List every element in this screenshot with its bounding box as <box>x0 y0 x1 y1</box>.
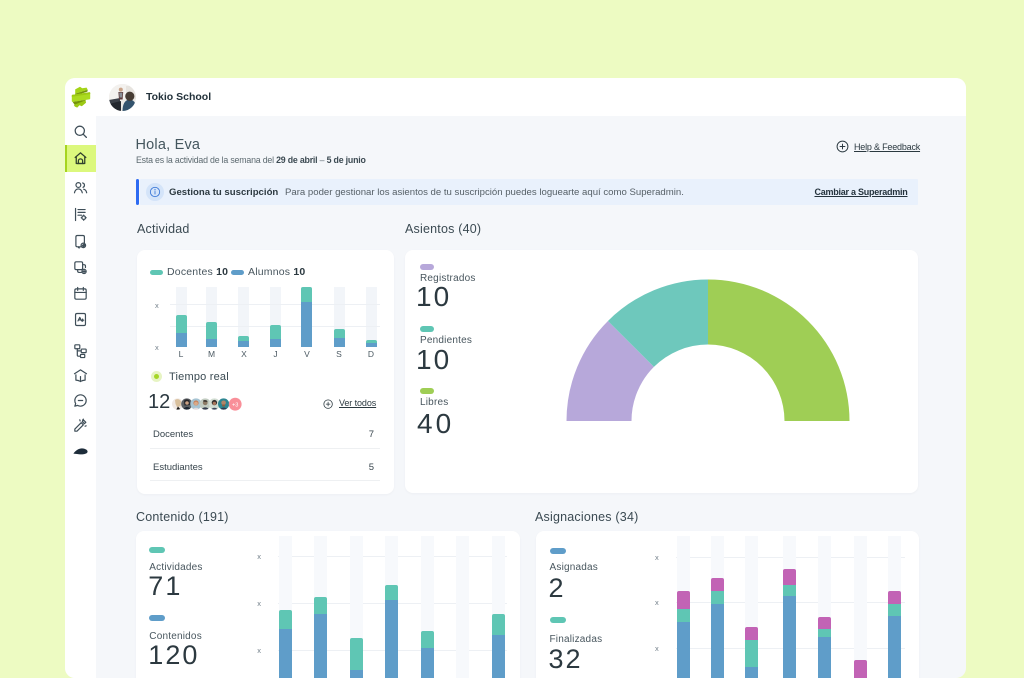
svg-text:+3: +3 <box>232 402 238 408</box>
